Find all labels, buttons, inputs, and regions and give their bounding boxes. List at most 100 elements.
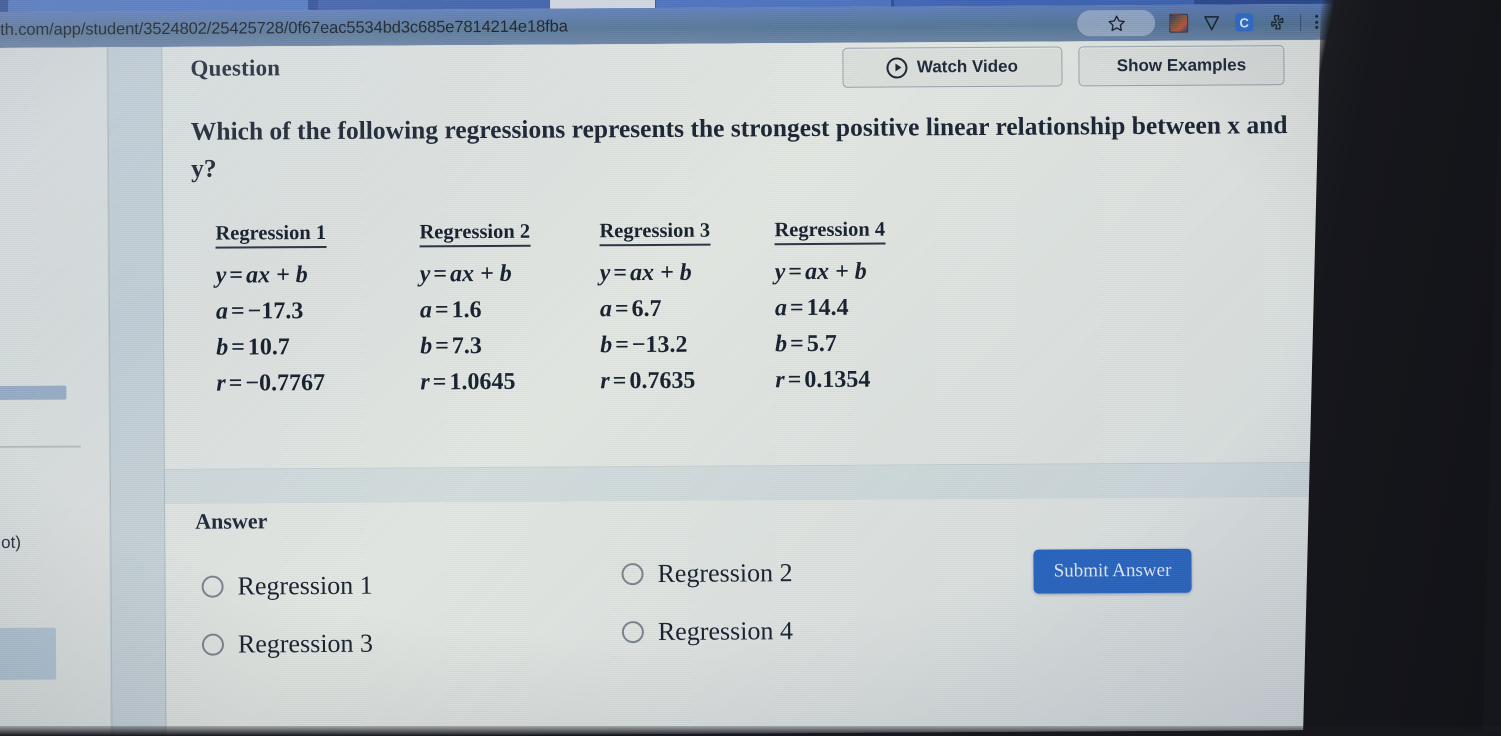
- regression-intercept: b = 7.3: [420, 333, 482, 360]
- answer-option-label: Regression 3: [237, 628, 374, 659]
- radio-button[interactable]: [201, 575, 224, 598]
- equation-lhs: y: [215, 262, 227, 289]
- regression-correlation: r = 0.1354: [775, 366, 871, 394]
- regression-column: Regression 2 y = ax + b a = 1.6 b = 7.3 r = 1.06…: [419, 220, 600, 400]
- answer-option-regression-1[interactable]: Regression 1: [201, 570, 373, 602]
- equation-lhs: y: [774, 259, 786, 286]
- regression-correlation: r = −0.7767: [216, 369, 326, 397]
- sidebar-highlight-bar: [0, 385, 67, 400]
- answer-option-regression-4[interactable]: Regression 4: [621, 616, 794, 647]
- radio-button[interactable]: [621, 621, 644, 644]
- show-examples-label: Show Examples: [1116, 55, 1247, 76]
- regression-equation: y = ax + b: [774, 258, 867, 286]
- equation-lhs: y: [419, 261, 431, 288]
- extensions-puzzle-button[interactable]: [1267, 13, 1286, 32]
- slope-value: 6.7: [631, 295, 662, 323]
- regression-intercept: b = −13.2: [600, 331, 688, 359]
- sidebar-cut-label: lot): [0, 532, 22, 552]
- address-bar-url[interactable]: th.com/app/student/3524802/25425728/0f67…: [0, 8, 568, 47]
- regression-correlation: r = 0.7635: [600, 367, 696, 395]
- play-circle-icon: [886, 56, 908, 79]
- star-icon: [1108, 15, 1125, 31]
- c-badge-icon: C: [1235, 13, 1254, 32]
- regression-title: Regression 2: [419, 220, 531, 248]
- submit-answer-button[interactable]: Submit Answer: [1033, 548, 1192, 594]
- answer-option-label: Regression 1: [237, 570, 373, 601]
- answer-option-label: Regression 2: [657, 558, 793, 588]
- shield-icon: [1204, 15, 1220, 30]
- answer-option-label: Regression 4: [657, 616, 794, 646]
- regression-title: Regression 4: [774, 218, 886, 246]
- answer-option-regression-2[interactable]: Regression 2: [621, 558, 793, 589]
- slope-value: 14.4: [806, 294, 849, 322]
- slope-label: a: [215, 298, 229, 325]
- kebab-dot: [1315, 25, 1319, 29]
- regression-title: Regression 1: [215, 221, 327, 249]
- intercept-value: 5.7: [806, 330, 837, 358]
- regression-slope: a = −17.3: [215, 298, 304, 325]
- equation-lhs: y: [599, 260, 611, 287]
- regression-equation: y = ax + b: [419, 260, 512, 288]
- browser-menu-button[interactable]: [1315, 14, 1319, 29]
- equation-rhs: ax + b: [245, 262, 308, 289]
- regression-table: Regression 1 y = ax + b a = −17.3 b = 10.7 r = −…: [215, 218, 950, 401]
- bookmark-star-button[interactable]: [1077, 9, 1156, 37]
- slope-label: a: [419, 297, 433, 324]
- intercept-value: −13.2: [631, 331, 688, 359]
- regression-column: Regression 4 y = ax + b a = 14.4 b = 5.7 r = 0.1…: [774, 218, 950, 398]
- extension-thumbnail-icon: [1169, 13, 1189, 33]
- page-title: Question: [190, 55, 281, 81]
- equation-rhs: ax + b: [804, 258, 867, 286]
- shield-extension-button[interactable]: [1202, 13, 1221, 32]
- monitor-photo: th.com/app/student/3524802/25425728/0f67…: [0, 0, 1501, 736]
- radio-button[interactable]: [201, 633, 225, 656]
- toolbar-divider: [1300, 13, 1302, 31]
- radio-button[interactable]: [621, 563, 644, 586]
- correlation-value: −0.7767: [245, 369, 326, 397]
- kebab-dot: [1315, 14, 1319, 18]
- intercept-value: 7.3: [451, 333, 482, 360]
- web-page: lot) Question Watch Video Show Examples: [0, 39, 1389, 736]
- c-extension-button[interactable]: C: [1235, 13, 1254, 32]
- regression-equation: y = ax + b: [215, 262, 308, 289]
- show-examples-button[interactable]: Show Examples: [1078, 45, 1285, 87]
- intercept-label: b: [420, 333, 433, 360]
- watch-video-label: Watch Video: [916, 56, 1019, 77]
- slope-value: 1.6: [451, 297, 482, 324]
- answer-heading: Answer: [195, 508, 268, 534]
- regression-column: Regression 3 y = ax + b a = 6.7 b = −13.2 r = 0.…: [599, 219, 775, 399]
- slope-label: a: [599, 296, 613, 323]
- slope-value: −17.3: [247, 298, 304, 325]
- regression-slope: a = 1.6: [419, 297, 482, 324]
- sidebar-divider: [0, 445, 81, 448]
- watch-video-button[interactable]: Watch Video: [842, 46, 1063, 88]
- kebab-dot: [1315, 20, 1319, 24]
- regression-equation: y = ax + b: [599, 259, 692, 287]
- correlation-value: 0.7635: [629, 367, 696, 395]
- sidebar-chip: [0, 627, 57, 680]
- regression-title: Regression 3: [599, 219, 711, 247]
- question-prompt: Which of the following regressions repre…: [190, 110, 1288, 183]
- regression-slope: a = 6.7: [599, 295, 662, 323]
- app-sidebar-cropped: lot): [0, 47, 111, 736]
- question-header: Question Watch Video Show Examples: [162, 40, 1384, 95]
- sidebar-rail: [106, 46, 167, 736]
- equation-rhs: ax + b: [449, 260, 512, 288]
- question-content-panel: Question Watch Video Show Examples Which…: [162, 39, 1389, 736]
- answer-option-regression-3[interactable]: Regression 3: [201, 628, 374, 660]
- puzzle-piece-icon: [1271, 14, 1284, 29]
- regression-correlation: r = 1.0645: [420, 368, 516, 396]
- regression-intercept: b = 5.7: [775, 330, 837, 358]
- slope-label: a: [774, 295, 788, 322]
- intercept-value: 10.7: [247, 334, 290, 361]
- correlation-value: 0.1354: [804, 366, 871, 394]
- regression-intercept: b = 10.7: [216, 334, 290, 361]
- regression-column: Regression 1 y = ax + b a = −17.3 b = 10.7 r = −…: [215, 221, 420, 401]
- extension-thumbnail-button[interactable]: [1169, 13, 1189, 33]
- intercept-label: b: [600, 332, 613, 359]
- equation-rhs: ax + b: [629, 259, 692, 287]
- intercept-label: b: [775, 331, 788, 358]
- screen-area: th.com/app/student/3524802/25425728/0f67…: [0, 0, 1389, 736]
- regression-slope: a = 14.4: [774, 294, 849, 322]
- intercept-label: b: [216, 334, 229, 361]
